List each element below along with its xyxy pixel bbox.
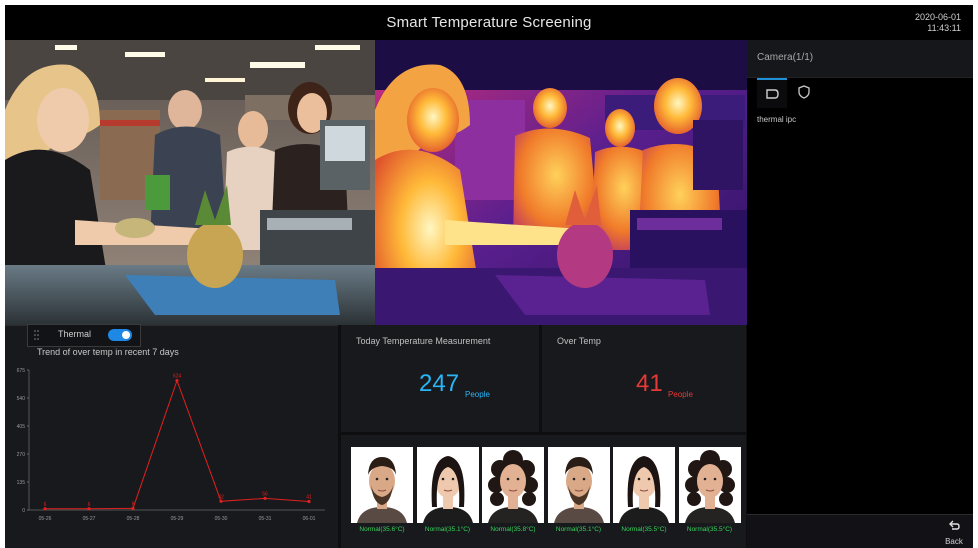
face-temperature-label: Normal(35.5°C)	[686, 526, 733, 533]
data-label: 8	[132, 501, 135, 507]
over-temp-unit: People	[668, 390, 693, 399]
face-photo	[351, 447, 413, 523]
trend-line-chart: 0 135 270 405 540 675 05-26 05-27 05-28 05-29 05-3…	[17, 368, 325, 522]
y-tick-label: 135	[17, 480, 26, 486]
camera-ipc-icon	[766, 89, 779, 99]
data-label: 56	[262, 491, 268, 497]
face-temperature-label: Normal(35.6°C)	[359, 526, 405, 533]
data-label: 6	[44, 502, 47, 508]
header-bar: Smart Temperature Screening 2020-06-01 1…	[5, 5, 973, 40]
y-tick-label: 270	[17, 452, 26, 458]
x-tick-label: 05-28	[127, 516, 140, 522]
data-label: 42	[218, 494, 224, 500]
face-snapshot-strip: Normal(35.6°C) Normal(35.1°C) Normal(35.8°…	[341, 435, 746, 548]
face-photo	[482, 447, 544, 523]
over-temp-label: Over Temp	[557, 336, 601, 346]
data-label: 6	[88, 502, 91, 508]
visible-video-view[interactable]	[5, 40, 375, 325]
today-measurement-label: Today Temperature Measurement	[356, 336, 491, 346]
y-tick-label: 405	[17, 424, 26, 430]
data-label: 624	[173, 374, 182, 380]
data-label: 41	[306, 494, 312, 500]
face-photo	[613, 447, 675, 523]
visible-camera-image	[5, 40, 375, 325]
over-temp-card: Over Temp 41 People	[542, 325, 746, 432]
face-snapshot[interactable]: Normal(35.6°C)	[351, 447, 413, 533]
camera-tabs	[747, 78, 973, 108]
camera-panel-footer: Back	[747, 514, 973, 548]
y-tick-label: 675	[17, 368, 26, 374]
face-temperature-label: Normal(35.1°C)	[424, 526, 471, 533]
face-photo	[547, 447, 610, 523]
face-temperature-label: Normal(35.1°C)	[555, 526, 602, 533]
date-text: 2020-06-01	[914, 12, 961, 22]
face-snapshot[interactable]: Normal(35.8°C)	[482, 447, 544, 533]
x-tick-label: 05-27	[83, 516, 96, 522]
camera-panel-header: Camera(1/1)	[747, 40, 973, 78]
back-button[interactable]: Back	[939, 518, 969, 546]
tab-shield[interactable]	[789, 78, 819, 106]
face-snapshot[interactable]: Normal(35.1°C)	[547, 447, 610, 533]
over-temp-trend-panel: Thermal Trend of over temp in recent 7 d…	[5, 324, 338, 548]
x-tick-label: 05-30	[215, 516, 228, 522]
y-tick-label: 540	[17, 396, 26, 402]
x-tick-label: 05-29	[171, 516, 184, 522]
camera-count-title: Camera(1/1)	[757, 52, 814, 63]
thermal-toggle-group: Thermal	[27, 324, 141, 347]
series-line	[45, 379, 310, 510]
thermal-video-view[interactable]	[375, 40, 747, 325]
back-label: Back	[945, 537, 963, 546]
thermal-toggle-label: Thermal	[58, 329, 92, 339]
over-temp-value: 41	[636, 370, 663, 397]
x-tick-label: 06-01	[303, 516, 316, 522]
clock: 2020-06-01 11:43:11	[915, 12, 961, 34]
x-tick-label: 05-31	[259, 516, 272, 522]
today-measurement-card: Today Temperature Measurement 247 People	[341, 325, 539, 432]
face-snapshot[interactable]: Normal(35.1°C)	[416, 447, 479, 533]
thermal-camera-image	[375, 40, 747, 325]
camera-panel: Camera(1/1) thermal ipc Back	[747, 40, 973, 548]
page-title: Smart Temperature Screening	[386, 14, 592, 31]
trend-chart-title: Trend of over temp in recent 7 days	[37, 347, 179, 357]
tab-camera-ipc[interactable]	[757, 78, 787, 108]
y-tick-label: 0	[22, 508, 25, 514]
today-measurement-value: 247	[419, 370, 460, 397]
face-photo	[416, 447, 479, 523]
face-snapshot[interactable]: Normal(35.5°C)	[613, 447, 675, 533]
face-snapshot[interactable]: Normal(35.5°C)	[678, 447, 741, 533]
shield-icon	[798, 85, 810, 99]
screening-screen: Smart Temperature Screening 2020-06-01 1…	[5, 5, 973, 548]
back-arrow-icon	[949, 520, 960, 530]
face-temperature-label: Normal(35.5°C)	[621, 526, 667, 533]
thermal-toggle-switch[interactable]	[108, 329, 132, 341]
time-text: 11:43:11	[927, 23, 961, 33]
grip-icon	[34, 330, 39, 340]
x-tick-label: 05-26	[39, 516, 52, 522]
face-temperature-label: Normal(35.8°C)	[490, 526, 536, 533]
toggle-knob	[122, 331, 130, 339]
face-photo	[678, 447, 741, 523]
camera-list-item[interactable]: thermal ipc	[757, 115, 796, 124]
today-measurement-unit: People	[465, 390, 490, 399]
